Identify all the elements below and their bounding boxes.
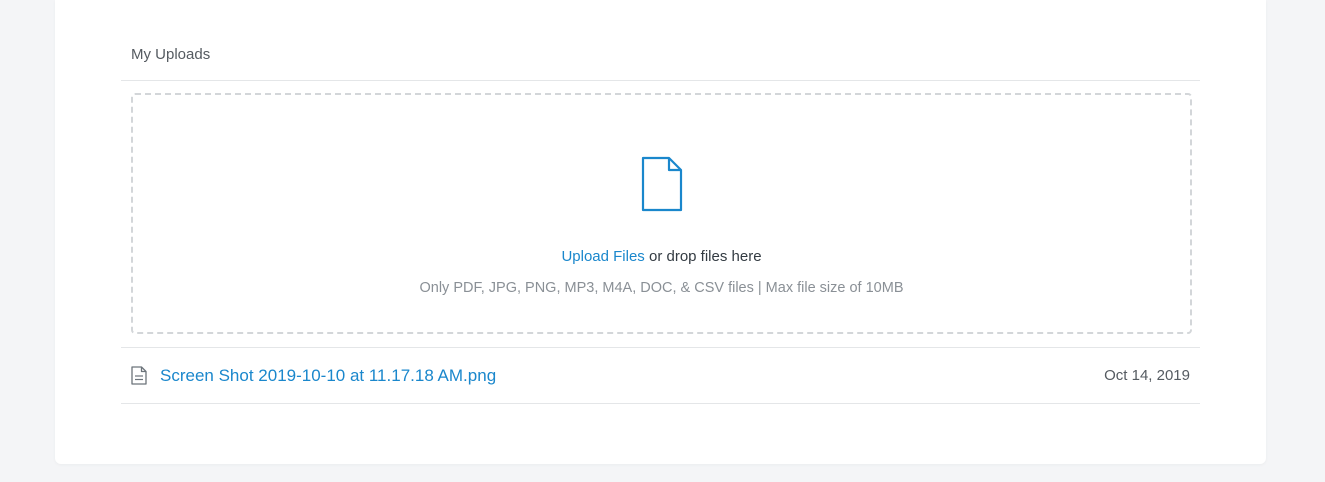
file-name-link[interactable]: Screen Shot 2019-10-10 at 11.17.18 AM.pn…: [160, 366, 496, 386]
file-icon: [641, 156, 683, 212]
section-title: My Uploads: [131, 46, 211, 63]
divider: [121, 403, 1200, 404]
dropzone-instruction: Upload Files or drop files here: [133, 248, 1190, 265]
dropzone-instruction-text: or drop files here: [644, 248, 762, 265]
file-date: Oct 14, 2019: [1104, 367, 1190, 384]
dropzone-restrictions: Only PDF, JPG, PNG, MP3, M4A, DOC, & CSV…: [419, 280, 904, 296]
file-dropzone[interactable]: Upload Files or drop files here Only PDF…: [131, 93, 1192, 334]
uploads-card: My Uploads Upload Files or drop files he…: [55, 0, 1266, 464]
upload-files-link[interactable]: Upload Files: [561, 248, 644, 265]
file-list-item: Screen Shot 2019-10-10 at 11.17.18 AM.pn…: [121, 348, 1200, 403]
document-icon: [131, 366, 147, 385]
divider: [121, 80, 1200, 81]
